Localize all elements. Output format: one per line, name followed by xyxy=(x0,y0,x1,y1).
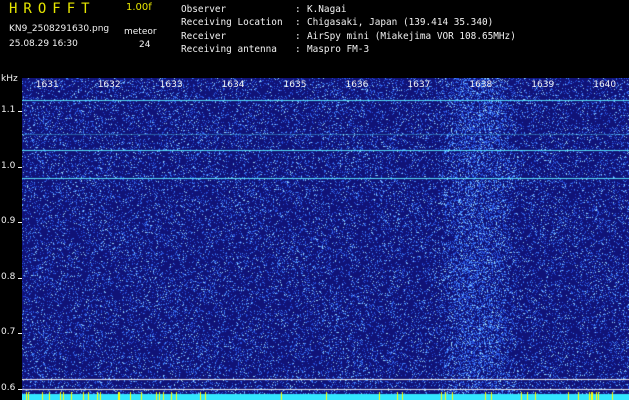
info-value: Chigasaki, Japan (139.414 35.340) xyxy=(307,17,494,29)
info-value: AirSpy mini (Miakejima VOR 108.65MHz) xyxy=(307,30,516,42)
time-label: 1631 xyxy=(35,80,59,90)
info-key: Observer xyxy=(181,4,227,15)
info-row-location: Receiving Location: Chigasaki, Japan (139… xyxy=(181,16,516,29)
frequency-label: 0.7 xyxy=(1,327,16,338)
info-value: K.Nagai xyxy=(307,4,347,15)
spectrogram-plot: 1631 1632 1633 1634 1635 1636 1637 1638 1639 1640 xyxy=(22,78,629,400)
time-label: 1635 xyxy=(283,80,307,90)
time-label: 1640 xyxy=(593,80,617,90)
info-row-antenna: Receiving antenna: Maspro FM-3 xyxy=(181,43,516,56)
info-value: Maspro FM-3 xyxy=(307,43,370,55)
app-version: 1.00f xyxy=(126,2,152,13)
time-label: 1636 xyxy=(345,80,369,90)
time-label: 1637 xyxy=(407,80,431,90)
header: HROFFT 1.00f KN9_2508291630.png meteor 2… xyxy=(0,0,629,76)
frequency-label: 0.6 xyxy=(1,382,16,393)
info-separator: : xyxy=(295,43,301,55)
frequency-label: 1.1 xyxy=(1,105,16,116)
info-key: Receiving antenna xyxy=(181,43,277,55)
observation-info: Observer: K.Nagai Receiving Location: Chig… xyxy=(181,3,516,56)
app-title: HROFFT xyxy=(9,1,96,17)
frequency-label: 1.0 xyxy=(1,160,16,171)
time-label: 1633 xyxy=(159,80,183,90)
meteor-label: meteor xyxy=(124,27,157,37)
frequency-label: 0.9 xyxy=(1,216,16,227)
time-label: 1638 xyxy=(469,80,493,90)
info-separator: : xyxy=(295,4,301,15)
waterfall-canvas xyxy=(22,78,629,400)
time-label: 1632 xyxy=(97,80,121,90)
timestamp: 25.08.29 16:30 xyxy=(9,39,78,49)
frequency-label: 0.8 xyxy=(1,271,16,282)
info-row-observer: Observer: K.Nagai xyxy=(181,3,516,16)
info-separator: : xyxy=(295,17,301,29)
meteor-count: 24 xyxy=(139,40,151,50)
info-key: Receiving Location xyxy=(181,17,283,29)
info-row-receiver: Receiver: AirSpy mini (Miakejima VOR 108.… xyxy=(181,30,516,43)
time-label: 1639 xyxy=(531,80,555,90)
frequency-axis: 1.1 1.0 0.9 0.8 0.7 0.6 xyxy=(0,78,22,400)
info-separator: : xyxy=(295,30,301,42)
time-label: 1634 xyxy=(221,80,245,90)
file-name: KN9_2508291630.png xyxy=(9,24,110,34)
info-key: Receiver xyxy=(181,30,227,42)
